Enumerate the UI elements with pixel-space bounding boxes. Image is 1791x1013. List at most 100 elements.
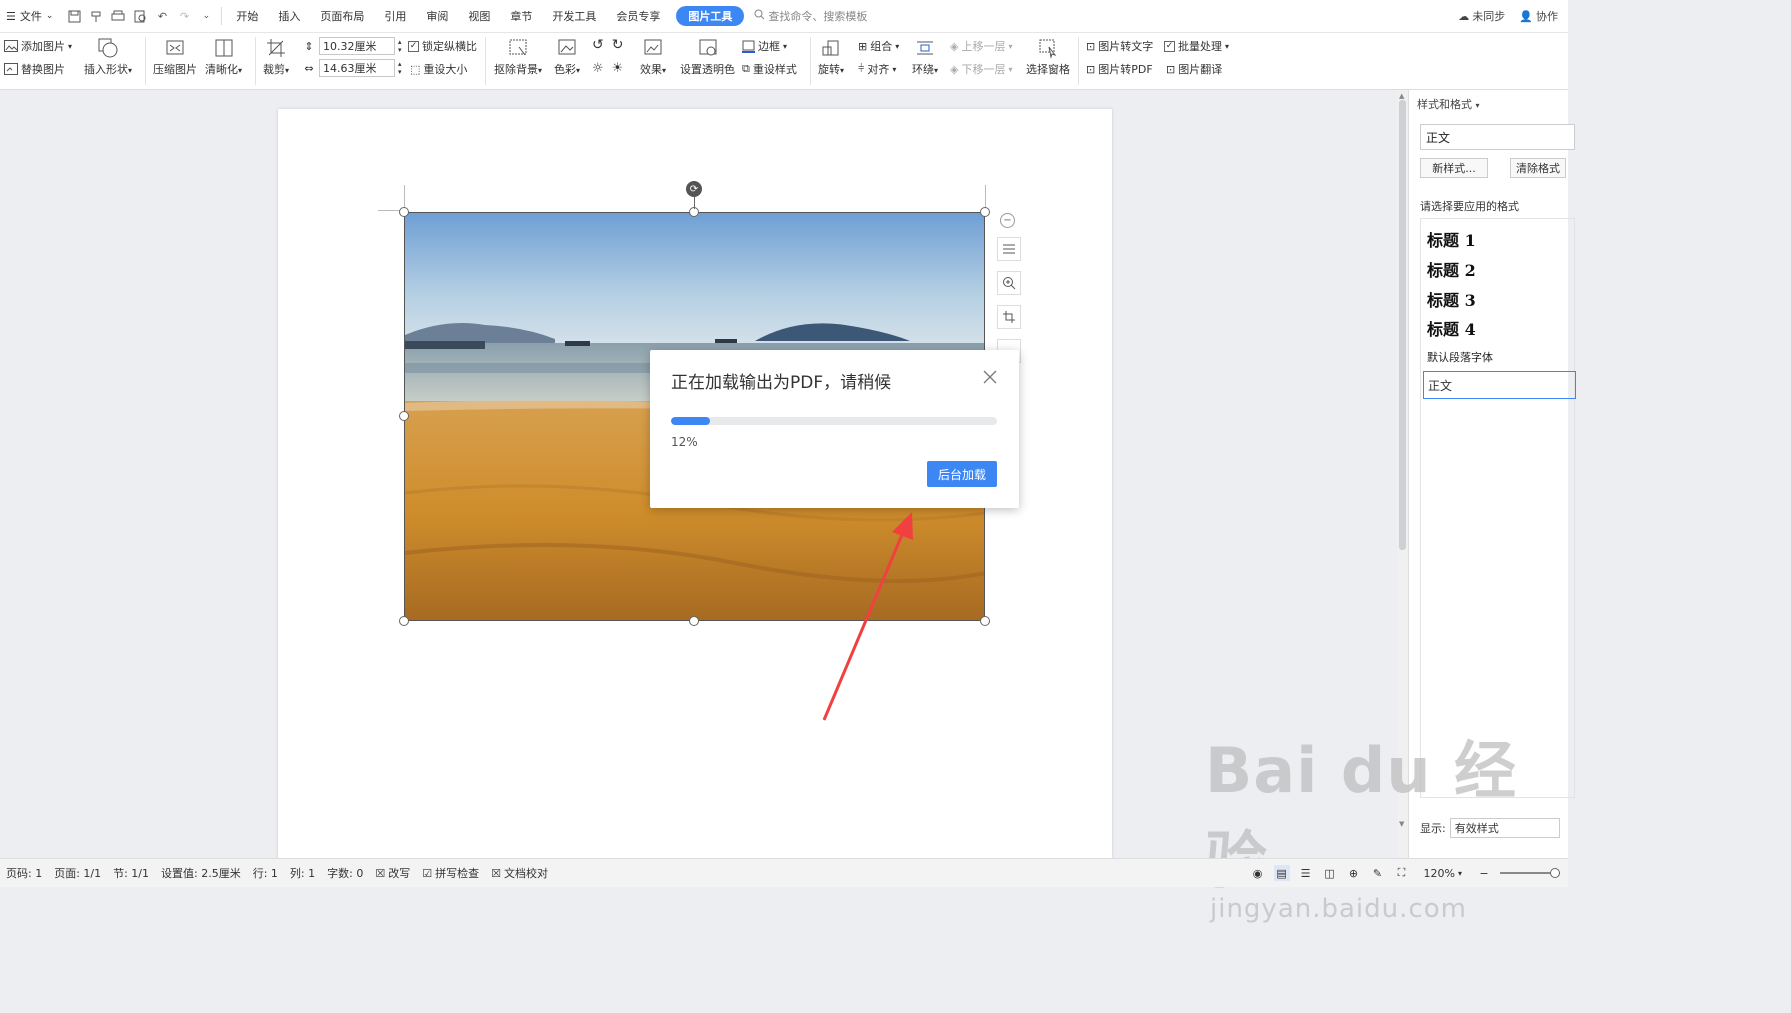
style-heading-4[interactable]: 标题 4 bbox=[1427, 316, 1476, 340]
zoom-level[interactable]: 120% ▾ bbox=[1418, 867, 1468, 880]
current-style-box[interactable]: 正文 bbox=[1420, 124, 1575, 150]
width-input[interactable]: 14.63厘米 bbox=[319, 59, 395, 77]
brightness-up-icon[interactable]: ☼ bbox=[592, 61, 604, 76]
wrap-button[interactable]: 环绕▾ bbox=[912, 37, 938, 77]
tab-insert[interactable]: 插入 bbox=[268, 8, 310, 24]
print-icon[interactable] bbox=[107, 5, 129, 27]
new-style-button[interactable]: 新样式... bbox=[1420, 158, 1488, 178]
proofread-button[interactable]: ☒ 文档校对 bbox=[485, 865, 554, 881]
spell-check-toggle[interactable]: ☑ 拼写检查 bbox=[416, 865, 485, 881]
reset-style-button[interactable]: ⧉ 重设样式 bbox=[742, 61, 797, 77]
height-icon: ⇕ bbox=[304, 39, 314, 53]
picture-translate-button[interactable]: ⊡ 图片翻译 bbox=[1166, 61, 1222, 77]
eye-protection-icon[interactable]: ◉ bbox=[1250, 865, 1266, 881]
format-painter-icon[interactable] bbox=[85, 5, 107, 27]
zoom-out-icon[interactable]: − bbox=[1476, 865, 1492, 881]
undo-icon[interactable]: ↶ bbox=[151, 5, 173, 27]
tab-chapter[interactable]: 章节 bbox=[500, 8, 542, 24]
reset-size-button[interactable]: ⬚ 重设大小 bbox=[410, 61, 467, 77]
layout-options-icon[interactable] bbox=[997, 237, 1021, 261]
outline-view-icon[interactable]: ☰ bbox=[1298, 865, 1314, 881]
crop-icon[interactable] bbox=[997, 305, 1021, 329]
tab-member[interactable]: 会员专享 bbox=[606, 8, 670, 24]
resize-handle-left[interactable] bbox=[399, 411, 409, 421]
clear-format-button[interactable]: 清除格式 bbox=[1510, 158, 1566, 178]
selection-pane-button[interactable]: 选择窗格 bbox=[1026, 37, 1070, 77]
close-icon[interactable] bbox=[983, 370, 997, 384]
resize-handle-bottom-left[interactable] bbox=[399, 616, 409, 626]
sync-status[interactable]: ☁ 未同步 bbox=[1458, 8, 1505, 24]
rotate-handle-icon[interactable]: ⟳ bbox=[686, 181, 702, 197]
reading-view-icon[interactable]: ◫ bbox=[1322, 865, 1338, 881]
background-load-button[interactable]: 后台加载 bbox=[927, 461, 997, 487]
remove-background-button[interactable]: 抠除背景▾ bbox=[494, 37, 542, 77]
redo-icon[interactable]: ↷ bbox=[173, 5, 195, 27]
effects-button[interactable]: 效果▾ bbox=[640, 37, 666, 77]
sharpen-button[interactable]: 清晰化▾ bbox=[205, 37, 242, 77]
set-transparent-button[interactable]: 设置透明色 bbox=[680, 37, 735, 77]
resize-handle-top-left[interactable] bbox=[399, 207, 409, 217]
status-word-count[interactable]: 字数: 0 bbox=[321, 865, 369, 881]
stepper-icon[interactable]: ▴ ▾ bbox=[398, 60, 402, 76]
zoom-in-icon[interactable] bbox=[997, 271, 1021, 295]
align-button[interactable]: ⫩ 对齐 ▾ bbox=[858, 61, 896, 77]
stepper-icon[interactable]: ▴ ▾ bbox=[398, 38, 402, 54]
scrollbar-thumb[interactable] bbox=[1399, 100, 1406, 550]
command-search[interactable]: 查找命令、搜索模板 bbox=[754, 8, 867, 24]
zoom-slider-knob[interactable] bbox=[1550, 868, 1560, 878]
menubar-right: ☁ 未同步 👤 协作 bbox=[1458, 8, 1568, 24]
show-styles-select[interactable]: 有效样式 bbox=[1449, 818, 1560, 838]
overwrite-toggle[interactable]: ☒ 改写 bbox=[369, 865, 416, 881]
rotate-button[interactable]: 旋转▾ bbox=[818, 37, 844, 77]
color-button[interactable]: 色彩▾ bbox=[554, 37, 580, 77]
style-body[interactable]: 正文 bbox=[1423, 371, 1576, 399]
save-icon[interactable] bbox=[63, 5, 85, 27]
tab-references[interactable]: 引用 bbox=[374, 8, 416, 24]
styles-panel-title[interactable]: 样式和格式 ▾ bbox=[1417, 96, 1480, 112]
send-backward-button[interactable]: ◈ 下移一层 ▾ bbox=[950, 61, 1012, 77]
resize-handle-bottom-right[interactable] bbox=[980, 616, 990, 626]
fit-page-icon[interactable]: ⛶ bbox=[1394, 865, 1410, 881]
resize-handle-bottom[interactable] bbox=[689, 616, 699, 626]
more-icon[interactable]: ⌄ bbox=[195, 5, 217, 27]
compress-picture-button[interactable]: 压缩图片 bbox=[153, 37, 197, 77]
tab-page-layout[interactable]: 页面布局 bbox=[310, 8, 374, 24]
collaborate-button[interactable]: 👤 协作 bbox=[1519, 8, 1558, 24]
style-heading-3[interactable]: 标题 3 bbox=[1427, 287, 1476, 311]
resize-handle-top-right[interactable] bbox=[980, 207, 990, 217]
picture-to-text-button[interactable]: ⊡ 图片转文字 bbox=[1086, 38, 1153, 54]
style-default-font[interactable]: 默认段落字体 bbox=[1427, 349, 1493, 365]
replace-picture-button[interactable]: 替换图片 bbox=[4, 61, 65, 77]
style-heading-2[interactable]: 标题 2 bbox=[1427, 257, 1476, 281]
bring-forward-button[interactable]: ◈ 上移一层 ▾ bbox=[950, 38, 1012, 54]
batch-process-button[interactable]: ✓ 批量处理 ▾ bbox=[1164, 38, 1229, 54]
pen-icon[interactable]: ✎ bbox=[1370, 865, 1386, 881]
zoom-slider[interactable] bbox=[1500, 868, 1560, 878]
status-page-number[interactable]: 页码: 1 bbox=[0, 865, 48, 881]
picture-to-pdf-button[interactable]: ⊡ 图片转PDF bbox=[1086, 61, 1153, 77]
web-view-icon[interactable]: ⊕ bbox=[1346, 865, 1362, 881]
file-menu[interactable]: ☰ 文件 ⌄ bbox=[0, 8, 63, 24]
collapse-icon[interactable]: − bbox=[1000, 213, 1015, 228]
height-input[interactable]: 10.32厘米 bbox=[319, 37, 395, 55]
scroll-up-icon[interactable]: ▲ bbox=[1399, 92, 1404, 100]
group-button[interactable]: ⊞ 组合 ▾ bbox=[858, 38, 899, 54]
crop-button[interactable]: 裁剪▾ bbox=[263, 37, 289, 77]
tab-start[interactable]: 开始 bbox=[226, 8, 268, 24]
brightness-down-icon[interactable]: ☀ bbox=[612, 61, 624, 76]
tab-picture-tools[interactable]: 图片工具 bbox=[676, 6, 745, 26]
add-picture-button[interactable]: 添加图片 ▾ bbox=[4, 38, 72, 54]
lock-ratio-checkbox[interactable]: ✓ 锁定纵横比 bbox=[408, 38, 477, 54]
scroll-down-icon[interactable]: ▼ bbox=[1399, 820, 1404, 828]
rotate-left-icon[interactable]: ↺ bbox=[592, 37, 604, 53]
page-view-icon[interactable]: ▤ bbox=[1273, 865, 1290, 881]
vertical-scrollbar[interactable]: ▲ ▼ bbox=[1397, 90, 1408, 858]
tab-view[interactable]: 视图 bbox=[458, 8, 500, 24]
tab-review[interactable]: 审阅 bbox=[416, 8, 458, 24]
style-heading-1[interactable]: 标题 1 bbox=[1427, 227, 1476, 251]
rotate-right-icon[interactable]: ↻ bbox=[612, 37, 624, 53]
tab-developer[interactable]: 开发工具 bbox=[542, 8, 606, 24]
insert-shape-button[interactable]: 插入形状▾ bbox=[84, 37, 132, 77]
border-button[interactable]: 边框 ▾ bbox=[742, 38, 787, 54]
print-preview-icon[interactable] bbox=[129, 5, 151, 27]
